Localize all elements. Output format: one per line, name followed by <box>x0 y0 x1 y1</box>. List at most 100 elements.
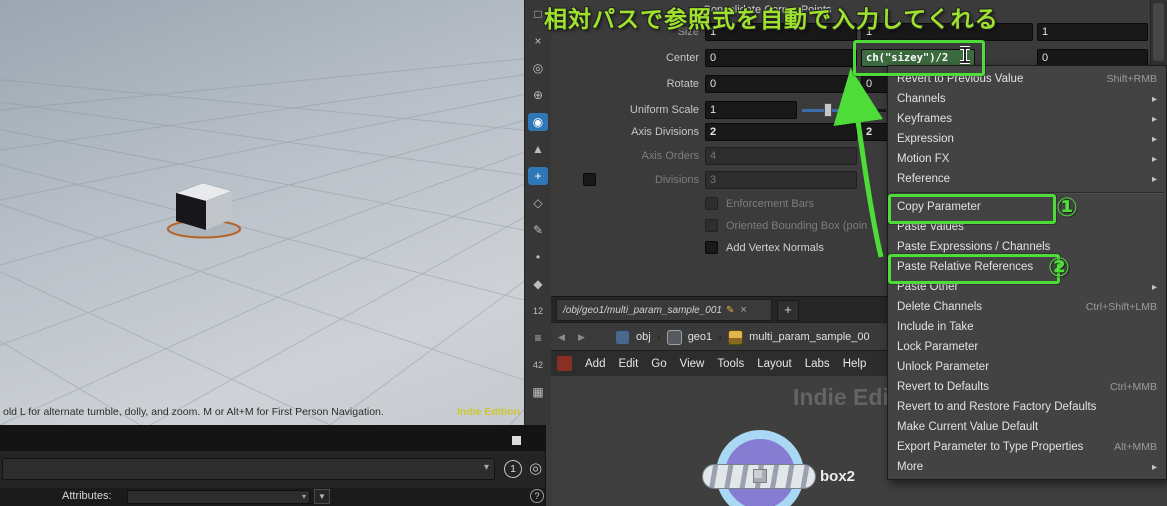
rotate-x-field[interactable]: 0 <box>705 75 857 93</box>
layout-tool-icon[interactable]: ≡ <box>528 329 548 347</box>
menu-item-expression[interactable]: Expression ▸ <box>888 129 1166 149</box>
menu-item-revert-restore-factory-defaults[interactable]: Revert to and Restore Factory Defaults <box>888 397 1166 417</box>
close-icon[interactable]: × <box>528 32 548 50</box>
scrollbar-handle[interactable] <box>1153 3 1164 61</box>
menubar-help[interactable]: Help <box>843 358 867 370</box>
menu-item-motion-fx[interactable]: Motion FX ▸ <box>888 149 1166 169</box>
snapshot-bar: ▾ 1 ◎ <box>0 451 551 488</box>
slider-handle[interactable] <box>824 103 832 117</box>
pane-tab[interactable]: /obj/geo1/multi_param_sample_001 ✎ × <box>556 299 772 321</box>
menu-item-label: Expression <box>897 133 954 145</box>
size-z-field[interactable]: 1 <box>1037 23 1148 41</box>
menu-item-reference[interactable]: Reference ▸ <box>888 169 1166 189</box>
menu-item-more[interactable]: More ▸ <box>888 457 1166 477</box>
menu-item-revert-to-defaults[interactable]: Revert to Defaults Ctrl+MMB <box>888 377 1166 397</box>
back-icon[interactable]: ◀ <box>558 332 565 343</box>
menu-item-unlock-parameter[interactable]: Unlock Parameter <box>888 357 1166 377</box>
sculpt-tool-icon[interactable]: ◆ <box>528 275 548 293</box>
menubar-add[interactable]: Add <box>585 358 605 370</box>
menu-item-paste-other[interactable]: Paste Other ▸ <box>888 277 1166 297</box>
frame-view-icon[interactable]: ◎ <box>528 59 548 77</box>
menu-item-label: Revert to Defaults <box>897 381 990 393</box>
uniform-scale-slider[interactable] <box>802 101 886 119</box>
menubar-go[interactable]: Go <box>651 358 666 370</box>
lock-icon[interactable]: □ <box>528 5 548 23</box>
move-handles-icon[interactable]: + <box>528 167 548 185</box>
param-label-consolidate: Consolidate Corner Points <box>703 4 832 16</box>
size-x-field[interactable]: 1 <box>705 23 857 41</box>
select-points-icon[interactable]: ▲ <box>528 140 548 158</box>
grid-tool-icon[interactable]: ▦ <box>528 383 548 401</box>
menu-separator <box>888 189 1166 197</box>
edition-watermark: Indie Edition <box>457 406 520 418</box>
menu-item-label: Lock Parameter <box>897 341 979 353</box>
menubar-edit[interactable]: Edit <box>618 358 638 370</box>
display-options-icon[interactable] <box>512 436 521 445</box>
menu-item-lock-parameter[interactable]: Lock Parameter <box>888 337 1166 357</box>
snapshot-dropdown[interactable]: ▾ <box>2 458 495 480</box>
uniform-scale-field[interactable]: 1 <box>705 101 797 119</box>
tool-42-icon[interactable]: 42 <box>528 356 548 374</box>
pane-splitter[interactable] <box>545 425 552 506</box>
forward-icon[interactable]: ▶ <box>578 332 585 343</box>
breadcrumb-separator-icon: › <box>718 330 723 344</box>
help-icon[interactable]: ? <box>530 489 544 503</box>
menu-item-copy-parameter[interactable]: Copy Parameter <box>888 197 1166 217</box>
add-vertex-normals-checkbox[interactable] <box>705 241 718 254</box>
paint-tool-icon[interactable]: ✎ <box>528 221 548 239</box>
select-tool-icon[interactable]: ◉ <box>528 113 548 131</box>
pane-tab-icon[interactable] <box>557 356 572 371</box>
menu-item-label: Copy Parameter <box>897 201 981 213</box>
menu-item-paste-values[interactable]: Paste Values <box>888 217 1166 237</box>
center-x-field[interactable]: 0 <box>705 49 857 67</box>
menu-item-label: Include in Take <box>897 321 974 333</box>
menu-item-label: Channels <box>897 93 946 105</box>
breadcrumb-obj[interactable]: obj <box>636 331 651 343</box>
menu-item-label: Keyframes <box>897 113 952 125</box>
axis-divisions-x-field[interactable]: 2 <box>705 123 857 141</box>
menu-item-export-parameter[interactable]: Export Parameter to Type Properties Alt+… <box>888 437 1166 457</box>
parameter-context-menu: Revert to Previous Value Shift+RMB Chann… <box>887 65 1167 480</box>
menu-item-label: More <box>897 461 924 473</box>
param-label-oriented-bbox: Oriented Bounding Box (poin <box>726 220 868 232</box>
menu-item-shortcut: Ctrl+MMB <box>1110 381 1157 393</box>
menu-item-shortcut: Ctrl+Shift+LMB <box>1085 301 1157 313</box>
menubar-view[interactable]: View <box>680 358 705 370</box>
breadcrumb-geo1[interactable]: geo1 <box>688 331 712 343</box>
viewport-grid <box>0 58 524 425</box>
node-label[interactable]: box2 <box>820 468 855 485</box>
menu-item-include-in-take[interactable]: Include in Take <box>888 317 1166 337</box>
menubar-layout[interactable]: Layout <box>757 358 792 370</box>
tool-12-icon[interactable]: 12 <box>528 302 548 320</box>
houdini-window: old L for alternate tumble, dolly, and z… <box>0 0 1167 506</box>
menu-item-label: Revert to and Restore Factory Defaults <box>897 401 1097 413</box>
camera-icon[interactable]: ◎ <box>529 459 542 477</box>
node-flag-bar[interactable] <box>702 464 816 489</box>
size-y-field[interactable]: 1 <box>861 23 1033 41</box>
menu-item-paste-relative-references[interactable]: Paste Relative References <box>888 257 1166 277</box>
dot-icon[interactable]: • <box>528 248 548 266</box>
menubar-tools[interactable]: Tools <box>717 358 744 370</box>
menu-item-delete-channels[interactable]: Delete Channels Ctrl+Shift+LMB <box>888 297 1166 317</box>
menubar-labs[interactable]: Labs <box>805 358 830 370</box>
new-tab-button[interactable]: + <box>777 300 799 321</box>
menu-item-paste-expressions-channels[interactable]: Paste Expressions / Channels <box>888 237 1166 257</box>
menu-item-label: Motion FX <box>897 153 950 165</box>
scene-viewport[interactable]: old L for alternate tumble, dolly, and z… <box>0 0 524 425</box>
menu-item-keyframes[interactable]: Keyframes ▸ <box>888 109 1166 129</box>
viewport-help-text: old L for alternate tumble, dolly, and z… <box>3 406 384 418</box>
param-label-center: Center <box>665 52 699 64</box>
menu-item-revert-to-previous-value[interactable]: Revert to Previous Value Shift+RMB <box>888 69 1166 89</box>
world-icon[interactable]: ⊕ <box>528 86 548 104</box>
snapshot-number-badge[interactable]: 1 <box>504 460 522 478</box>
param-label-rotate: Rotate <box>666 78 699 90</box>
menu-item-make-current-value-default[interactable]: Make Current Value Default <box>888 417 1166 437</box>
obj-network-icon <box>615 329 630 345</box>
attributes-dropdown[interactable]: ▾ <box>127 490 310 504</box>
tab-close-icon[interactable]: × <box>740 304 746 316</box>
pose-tool-icon[interactable]: ◇ <box>528 194 548 212</box>
box-geometry[interactable] <box>166 182 242 239</box>
breadcrumb-node[interactable]: multi_param_sample_00 <box>749 331 869 343</box>
menu-item-channels[interactable]: Channels ▸ <box>888 89 1166 109</box>
filter-funnel-icon[interactable]: ▼ <box>314 489 330 504</box>
